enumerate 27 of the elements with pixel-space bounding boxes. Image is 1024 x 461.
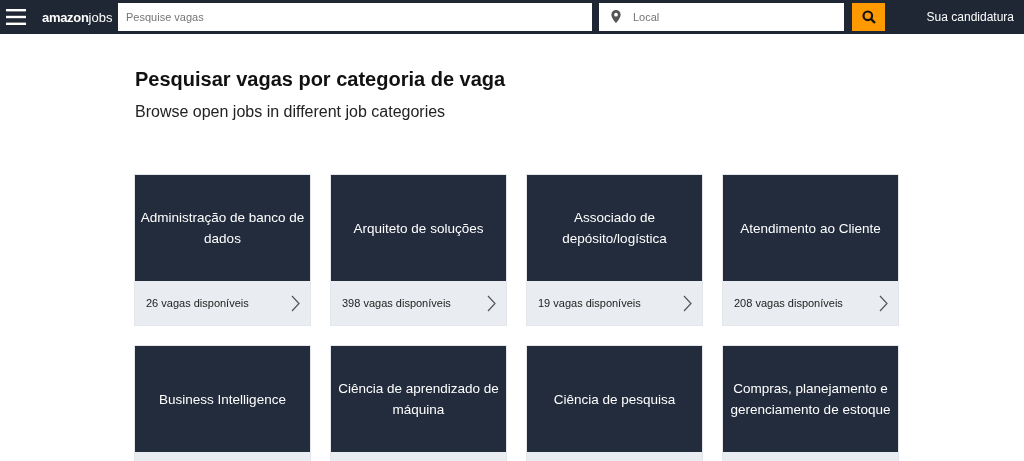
- job-count: 26 vagas disponíveis: [146, 297, 249, 309]
- category-title: Ciência de pesquisa: [553, 390, 676, 409]
- location-pin-icon: [611, 10, 621, 23]
- chevron-right-icon: [487, 294, 496, 312]
- logo-brand[interactable]: amazon: [42, 9, 89, 25]
- page-subheading: Browse open jobs in different job categories: [135, 103, 447, 121]
- category-title: Arquiteto de soluções: [353, 219, 484, 238]
- category-title: Atendimento ao Cliente: [740, 219, 881, 238]
- search-button[interactable]: [852, 3, 885, 31]
- search-icon: [861, 10, 876, 24]
- category-title: Associado de depósito/logística: [561, 209, 668, 248]
- category-title: Compras, planejamento e gerenciamento de estoque: [729, 380, 892, 419]
- job-count: 208 vagas disponíveis: [734, 297, 843, 309]
- location-field[interactable]: Local: [599, 3, 844, 31]
- category-title: Administração de banco de dados: [139, 209, 306, 248]
- chevron-right-icon: [291, 294, 300, 312]
- search-field[interactable]: Pesquise vagas: [118, 3, 592, 31]
- page-heading: Pesquisar vagas por categoria de vaga: [135, 68, 507, 91]
- category-title: Business Intelligence: [159, 390, 286, 409]
- logo-product[interactable]: jobs: [88, 9, 113, 25]
- job-count: 19 vagas disponíveis: [538, 297, 641, 309]
- menu-icon[interactable]: [6, 9, 26, 25]
- application-link[interactable]: Sua candidatura: [926, 10, 1014, 24]
- category-title: Ciência de aprendizado de máquina: [337, 380, 500, 419]
- chevron-right-icon: [879, 294, 888, 312]
- job-count: 398 vagas disponíveis: [342, 297, 451, 309]
- chevron-right-icon: [683, 294, 692, 312]
